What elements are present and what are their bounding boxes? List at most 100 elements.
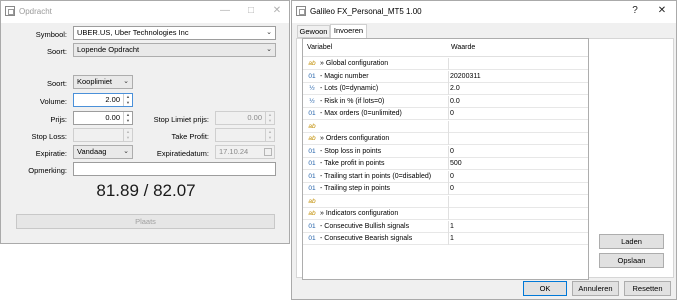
table-row[interactable]: 01 - Consecutive Bearish signals 1 <box>303 233 588 245</box>
table-row[interactable]: 01 - Stop loss in points 0 <box>303 145 588 158</box>
column-value: Waarde <box>451 44 476 51</box>
spin-arrows-icon: ▲ ▼ <box>123 129 132 141</box>
price-label: Prijs: <box>50 115 67 124</box>
row-value[interactable]: 1 <box>450 221 454 232</box>
string-type-icon: ab <box>308 135 316 142</box>
close-icon[interactable]: ✕ <box>264 3 290 19</box>
table-row[interactable]: 01 - Max orders (0=unlimited) 0 <box>303 108 588 120</box>
stop-loss-stepper[interactable]: ▲ ▼ <box>73 128 133 142</box>
row-value[interactable]: 20200311 <box>450 71 481 82</box>
table-header: Variabel Waarde <box>303 39 588 57</box>
table-row[interactable]: ab <box>303 195 588 208</box>
expiration-date-label: Expiratiedatum: <box>156 149 209 158</box>
ea-titlebar: Galileo FX_Personal_MT5 1.00 ? ✕ <box>292 1 676 23</box>
column-divider <box>448 208 449 220</box>
column-divider <box>448 58 449 70</box>
row-value[interactable]: 1 <box>450 233 454 244</box>
spin-arrows-icon[interactable]: ▲ ▼ <box>123 94 132 106</box>
row-variable-name: - Lots (0=dynamic) <box>320 85 379 92</box>
row-value[interactable]: 0 <box>450 108 454 119</box>
row-variable-name: - Consecutive Bearish signals <box>320 235 413 242</box>
row-variable-name: - Trailing start in points (0=disabled) <box>320 172 432 180</box>
table-row[interactable]: 01 - Magic number 20200311 <box>303 70 588 83</box>
volume-stepper[interactable]: 2.00 ▲ ▼ <box>73 93 133 107</box>
order-type-value: Kooplimiet <box>77 77 113 86</box>
integer-type-icon: 01 <box>308 72 316 80</box>
column-divider <box>448 108 449 120</box>
order-kind-dropdown[interactable]: Lopende Opdracht ⌄ <box>73 43 276 57</box>
tab-gewoon[interactable]: Gewoon <box>297 25 330 38</box>
chevron-down-icon: ⌄ <box>266 46 272 53</box>
row-value[interactable]: 0 <box>450 183 454 194</box>
row-value[interactable]: 0 <box>450 171 454 182</box>
chevron-down-icon: ⌄ <box>266 29 272 36</box>
column-divider <box>448 145 449 158</box>
row-value[interactable]: 2.0 <box>450 83 460 94</box>
order-kind-value: Lopende Opdracht <box>77 45 140 54</box>
table-row[interactable]: ab » Global configuration <box>303 58 588 70</box>
tab-invoeren[interactable]: Invoeren <box>330 24 367 38</box>
help-icon[interactable]: ? <box>622 3 648 19</box>
stop-limit-stepper[interactable]: 0.00 ▲ ▼ <box>215 111 275 125</box>
row-variable-name: - Trailing step in points <box>320 185 391 192</box>
price-stepper[interactable]: 0.00 ▲ ▼ <box>73 111 133 125</box>
minimize-icon[interactable]: — <box>212 3 238 19</box>
maximize-icon[interactable]: □ <box>238 3 264 19</box>
string-type-icon: ab <box>308 122 316 130</box>
integer-type-icon: 01 <box>308 185 316 192</box>
app-icon <box>5 6 15 16</box>
load-button[interactable]: Laden <box>599 234 664 249</box>
expiration-date-field[interactable]: 17.10.24 <box>215 145 275 159</box>
spin-arrows-icon[interactable]: ▲ ▼ <box>123 112 132 124</box>
column-divider <box>448 170 449 183</box>
column-divider <box>448 133 449 145</box>
column-divider <box>448 195 449 208</box>
order-window-title: Opdracht <box>19 7 52 16</box>
close-icon[interactable]: ✕ <box>649 3 675 19</box>
app-icon <box>296 6 306 16</box>
take-profit-stepper[interactable]: ▲ ▼ <box>215 128 275 142</box>
table-row[interactable]: 01 - Trailing step in points 0 <box>303 183 588 195</box>
stop-limit-value: 0.00 <box>247 113 262 122</box>
double-type-icon: ½ <box>309 85 315 92</box>
row-value[interactable]: 0 <box>450 146 454 157</box>
reset-button[interactable]: Resetten <box>624 281 671 296</box>
integer-type-icon: 01 <box>308 235 316 242</box>
volume-label: Volume: <box>39 97 67 106</box>
save-button[interactable]: Opslaan <box>599 253 664 268</box>
ok-button[interactable]: OK <box>523 281 567 296</box>
expiration-dropdown[interactable]: Vandaag ⌄ <box>73 145 133 159</box>
column-variable: Variabel <box>307 44 333 51</box>
column-divider <box>448 83 449 95</box>
symbol-value: UBER.US, Uber Technologies Inc <box>77 28 189 37</box>
cancel-button[interactable]: Annuleren <box>572 281 619 296</box>
comment-input[interactable] <box>73 162 276 176</box>
place-button[interactable]: Plaats <box>16 214 275 229</box>
row-value[interactable]: 500 <box>450 158 462 169</box>
spin-arrows-icon: ▲ ▼ <box>265 112 274 124</box>
ea-window-title: Galileo FX_Personal_MT5 1.00 <box>310 7 422 16</box>
table-row[interactable]: ab <box>303 120 588 133</box>
table-row[interactable]: 01 - Consecutive Bullish signals 1 <box>303 220 588 233</box>
column-divider <box>448 120 449 133</box>
volume-value: 2.00 <box>105 95 120 104</box>
chevron-down-icon: ⌄ <box>123 148 129 155</box>
integer-type-icon: 01 <box>308 147 316 155</box>
table-row[interactable]: ab » Orders configuration <box>303 133 588 145</box>
type-label: Soort: <box>46 47 67 56</box>
row-variable-name: » Indicators configuration <box>320 210 399 217</box>
order-type-label: Soort: <box>46 79 67 88</box>
table-row[interactable]: 01 - Trailing start in points (0=disabled… <box>303 170 588 183</box>
table-row[interactable]: ab » Indicators configuration <box>303 208 588 220</box>
row-value[interactable]: 0.0 <box>450 96 460 107</box>
calendar-icon[interactable] <box>264 148 272 156</box>
order-type-dropdown[interactable]: Kooplimiet ⌄ <box>73 75 133 89</box>
symbol-dropdown[interactable]: UBER.US, Uber Technologies Inc ⌄ <box>73 26 276 40</box>
table-row[interactable]: ½ - Risk in % (if lots=0) 0.0 <box>303 95 588 108</box>
comment-label: Opmerking: <box>28 166 67 175</box>
row-variable-name: - Stop loss in points <box>320 147 382 155</box>
table-row[interactable]: 01 - Take profit in points 500 <box>303 158 588 170</box>
stop-limit-label: Stop Limiet prijs: <box>153 115 209 124</box>
table-row[interactable]: ½ - Lots (0=dynamic) 2.0 <box>303 83 588 95</box>
row-variable-name: » Orders configuration <box>320 135 390 142</box>
